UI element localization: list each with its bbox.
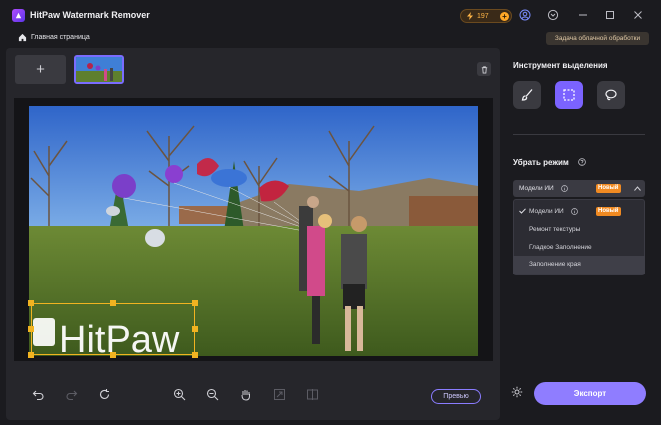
add-file-button[interactable]: +	[15, 55, 66, 84]
watermark-selection-box[interactable]	[31, 303, 195, 355]
compare-icon[interactable]	[305, 387, 319, 401]
app-logo	[12, 9, 25, 22]
settings-icon[interactable]	[547, 9, 559, 21]
resize-handle[interactable]	[192, 352, 198, 358]
lightning-icon	[467, 12, 473, 20]
resize-handle[interactable]	[110, 300, 116, 306]
divider	[513, 134, 645, 135]
brush-icon	[521, 89, 533, 101]
reset-icon[interactable]	[97, 387, 111, 401]
zoom-out-icon[interactable]	[205, 387, 219, 401]
menu-item-ai-models[interactable]: Модели ИИ	[513, 203, 645, 221]
zoom-in-icon[interactable]	[172, 387, 186, 401]
lasso-tool-button[interactable]	[597, 81, 625, 109]
chevron-up-icon[interactable]	[634, 186, 641, 191]
account-icon[interactable]	[519, 9, 531, 21]
minimize-icon[interactable]	[577, 9, 589, 21]
new-badge: Новый	[596, 184, 621, 193]
selection-tool-title: Инструмент выделения	[513, 61, 608, 70]
menu-item-texture-repair[interactable]: Ремонт текстуры	[513, 221, 645, 239]
preview-button[interactable]: Превью	[431, 389, 481, 404]
info-icon[interactable]	[571, 208, 578, 215]
resize-handle[interactable]	[192, 300, 198, 306]
resize-handle[interactable]	[28, 300, 34, 306]
delete-button[interactable]	[477, 62, 491, 76]
close-icon[interactable]	[632, 9, 644, 21]
fit-icon[interactable]	[272, 387, 286, 401]
add-credits-icon[interactable]: +	[500, 12, 509, 21]
home-icon[interactable]	[18, 33, 27, 42]
lasso-icon	[605, 89, 617, 101]
redo-icon[interactable]	[64, 387, 78, 401]
rectangle-tool-button[interactable]	[555, 81, 583, 109]
resize-handle[interactable]	[28, 326, 34, 332]
cloud-task-button[interactable]: Задача облачной обработки	[546, 32, 649, 45]
remove-mode-title: Убрать режим	[513, 158, 569, 167]
resize-handle[interactable]	[192, 326, 198, 332]
credits-badge[interactable]: 197 +	[460, 9, 512, 23]
resize-handle[interactable]	[28, 352, 34, 358]
dropdown-value: Модели ИИ	[519, 185, 554, 192]
brush-tool-button[interactable]	[513, 81, 541, 109]
info-icon[interactable]	[561, 185, 568, 192]
help-icon[interactable]	[578, 158, 586, 166]
hand-icon[interactable]	[238, 387, 252, 401]
export-button[interactable]: Экспорт	[534, 382, 646, 405]
gear-icon[interactable]	[511, 386, 523, 398]
video-thumbnail[interactable]	[74, 55, 124, 84]
resize-handle[interactable]	[110, 352, 116, 358]
undo-icon[interactable]	[31, 387, 45, 401]
menu-item-edge-fill[interactable]: Заполнение края	[513, 256, 645, 274]
maximize-icon[interactable]	[604, 9, 616, 21]
credits-count: 197	[477, 12, 489, 20]
trash-icon	[481, 65, 487, 74]
new-badge: Новый	[596, 207, 621, 216]
app-title: HitPaw Watermark Remover	[30, 10, 150, 20]
breadcrumb-home[interactable]: Главная страница	[31, 34, 90, 41]
rectangle-select-icon	[563, 89, 575, 101]
menu-item-smooth-fill[interactable]: Гладкое Заполнение	[513, 239, 645, 257]
check-icon	[519, 208, 526, 214]
